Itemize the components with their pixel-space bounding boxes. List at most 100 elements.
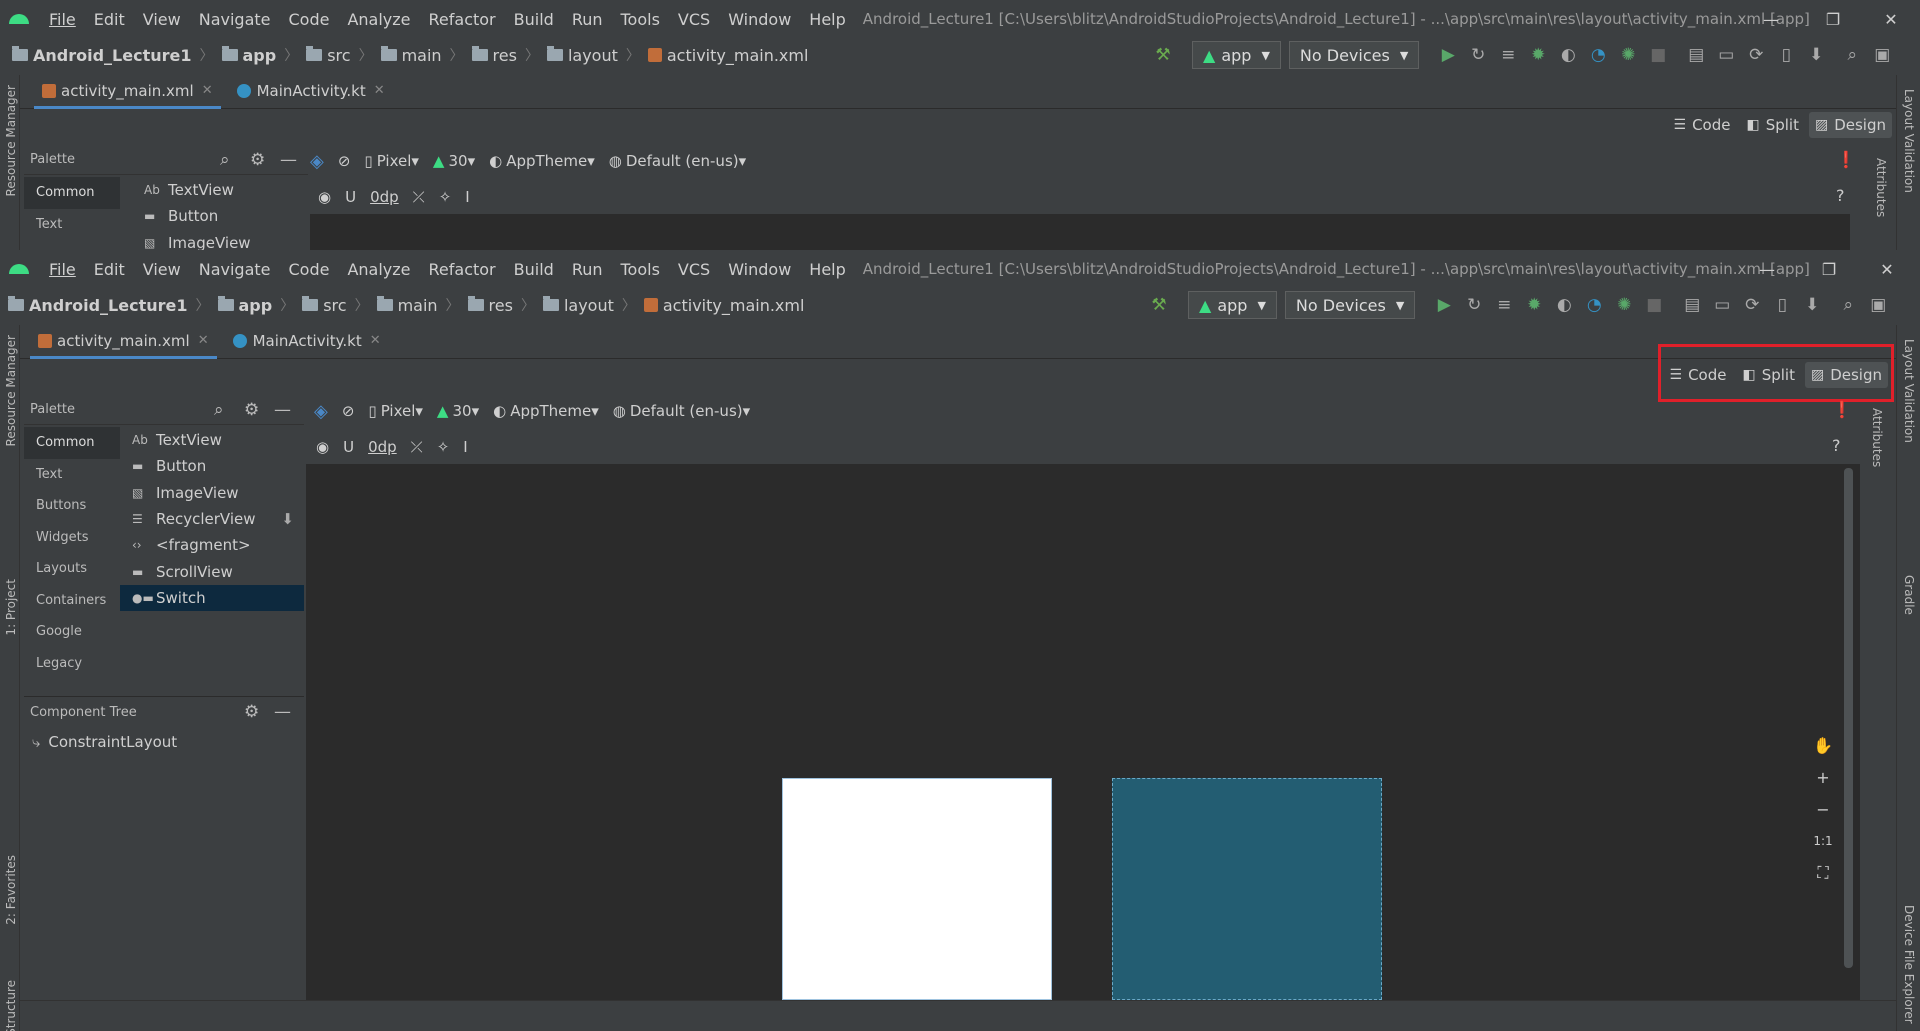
search-everywhere-icon[interactable]: ⌕ [1837,40,1867,70]
attach-debugger-icon[interactable]: ✺ [1613,40,1643,70]
pan-hand-icon[interactable]: ✋ [1809,732,1837,758]
split-mode-button[interactable]: ◧ Split [1740,112,1805,138]
guidelines-icon[interactable]: I [465,188,469,206]
breadcrumb-res[interactable]: res [468,46,521,65]
search-icon[interactable]: ⌕ [220,150,230,170]
stop-icon[interactable]: ■ [1643,40,1673,70]
palette-item[interactable]: Ab TextView [132,177,284,203]
rerun-icon[interactable]: ↻ [1459,290,1489,320]
palette-category-google[interactable]: Google [24,616,120,648]
menu-edit[interactable]: Edit [85,10,134,29]
menu-edit[interactable]: Edit [85,260,134,279]
palette-item[interactable]: ▧ ImageView [132,230,284,252]
apply-changes-icon[interactable]: ≡ [1489,290,1519,320]
device-manager-icon[interactable]: ▯ [1771,40,1801,70]
menu-tools[interactable]: Tools [612,260,669,279]
menu-tools[interactable]: Tools [612,10,669,29]
profile-icon[interactable]: ◔ [1579,290,1609,320]
debug-icon[interactable]: ✹ [1519,290,1549,320]
zoom-to-fit-icon[interactable]: ⛶ [1809,860,1837,886]
default-margin[interactable]: 0dp [368,438,397,456]
avd-manager-icon[interactable]: ▭ [1707,290,1737,320]
close-tab-icon[interactable]: ✕ [202,83,213,98]
structure-tab[interactable]: Structure [4,980,18,1031]
help-icon[interactable]: ? [1832,436,1841,455]
api-select[interactable]: ▲ 30 ▾ [433,152,475,170]
palette-category-common[interactable]: Common [24,427,120,459]
build-hammer-icon[interactable]: ⚒ [1144,290,1174,320]
menu-view[interactable]: View [134,10,190,29]
palette-item-switch[interactable]: ●▬ Switch [120,584,304,612]
breadcrumb-layout[interactable]: layout [539,296,618,315]
layout-validation-tab[interactable]: Layout Validation [1902,339,1916,443]
magnet-icon[interactable]: U [343,438,354,456]
breadcrumb-res[interactable]: res [464,296,517,315]
project-tab[interactable]: 1: Project [4,579,18,636]
menu-view[interactable]: View [134,260,190,279]
palette-category-buttons[interactable]: Buttons [24,490,120,522]
theme-select[interactable]: ◐ AppTheme ▾ [493,402,599,420]
menu-build[interactable]: Build [505,10,563,29]
menu-code[interactable]: Code [280,10,339,29]
menu-navigate[interactable]: Navigate [190,260,280,279]
menu-build[interactable]: Build [505,260,563,279]
design-canvas[interactable]: ✋ + − 1:1 ⛶ [306,464,1860,1000]
tab-main-activity[interactable]: MainActivity.kt ✕ [225,73,397,109]
menu-navigate[interactable]: Navigate [190,10,280,29]
magnet-icon[interactable]: U [345,188,356,206]
restore-button[interactable]: ❐ [1810,0,1856,38]
menu-analyze[interactable]: Analyze [338,260,419,279]
sync-gradle-icon[interactable]: ⟳ [1741,40,1771,70]
close-window-button[interactable]: ✕ [1864,250,1910,288]
gradle-tab[interactable]: Gradle [1902,575,1916,615]
palette-item-button[interactable]: ▬ Button [120,453,304,479]
locale-select[interactable]: ◍ Default (en-us) ▾ [613,402,750,420]
palette-item-imageview[interactable]: ▧ ImageView [120,480,304,506]
minimize-panel-icon[interactable]: — [280,150,297,170]
breadcrumb-layout[interactable]: layout [543,46,622,65]
menu-run[interactable]: Run [563,260,612,279]
code-mode-button[interactable]: ☰ Code [1668,112,1737,138]
guidelines-icon[interactable]: I [463,438,467,456]
gear-icon[interactable]: ⚙ [244,400,259,420]
infer-constraints-icon[interactable]: ✧ [439,188,452,206]
breadcrumb-src[interactable]: src [298,296,350,315]
run-config-select[interactable]: ▲ app ▼ [1192,41,1281,69]
locale-select[interactable]: ◍ Default (en-us) ▾ [609,152,746,170]
tab-activity-main[interactable]: activity_main.xml ✕ [26,323,221,359]
eye-icon[interactable]: ◉ [318,188,331,206]
palette-item[interactable]: ▬ Button [132,203,284,229]
profile-icon[interactable]: ◔ [1583,40,1613,70]
download-icon[interactable]: ⬇ [281,510,294,528]
project-structure-icon[interactable]: ▤ [1677,290,1707,320]
restore-button[interactable]: ❐ [1806,250,1852,288]
rerun-icon[interactable]: ↻ [1463,40,1493,70]
account-icon[interactable]: ▣ [1863,290,1893,320]
clear-constraints-icon[interactable]: ⤫ [411,438,423,456]
close-tab-icon[interactable]: ✕ [198,333,209,348]
minimize-button[interactable]: — [1744,250,1790,288]
run-config-select[interactable]: ▲ app ▼ [1188,291,1277,319]
device-select[interactable]: No Devices ▼ [1288,41,1420,69]
stop-icon[interactable]: ■ [1639,290,1669,320]
palette-category[interactable]: Text [24,209,120,241]
palette-category-layouts[interactable]: Layouts [24,553,120,585]
zoom-in-button[interactable]: + [1809,764,1837,790]
default-margin[interactable]: 0dp [370,188,399,206]
menu-help[interactable]: Help [800,260,854,279]
menu-vcs[interactable]: VCS [669,260,719,279]
minimize-button[interactable]: — [1748,0,1794,38]
device-select[interactable]: ▯ Pixel ▾ [364,152,419,170]
project-structure-icon[interactable]: ▤ [1681,40,1711,70]
run-icon[interactable]: ▶ [1433,40,1463,70]
gear-icon[interactable]: ⚙ [250,150,265,170]
orientation-icon[interactable]: ⊘ [342,402,355,420]
debug-icon[interactable]: ✹ [1523,40,1553,70]
menu-help[interactable]: Help [800,10,854,29]
palette-category[interactable]: Common [24,177,120,209]
close-tab-icon[interactable]: ✕ [374,83,385,98]
palette-category-legacy[interactable]: Legacy [24,648,120,680]
breadcrumb-main[interactable]: main [377,46,446,65]
gear-icon[interactable]: ⚙ [244,702,259,722]
menu-refactor[interactable]: Refactor [420,10,505,29]
